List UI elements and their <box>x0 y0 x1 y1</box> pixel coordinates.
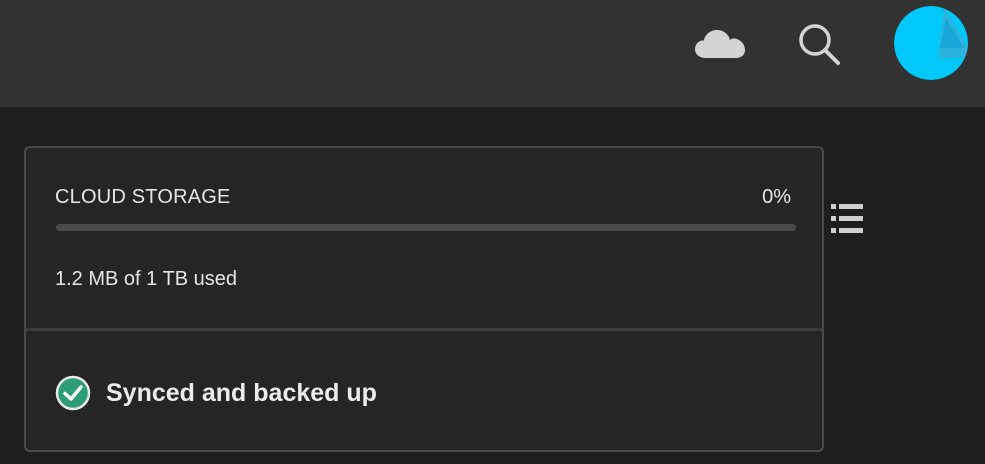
search-icon <box>799 24 840 65</box>
search-button[interactable] <box>792 18 846 70</box>
sync-status: Synced and backed up <box>55 375 377 411</box>
top-bar <box>0 0 985 107</box>
list-view-button[interactable] <box>829 202 865 236</box>
check-circle-icon <box>55 375 91 411</box>
avatar-image <box>894 6 968 80</box>
storage-title: CLOUD STORAGE <box>55 186 231 208</box>
list-view-icon <box>831 204 863 233</box>
cloud-storage-panel: CLOUD STORAGE 0% 1.2 MB of 1 TB used Syn… <box>24 146 824 452</box>
sync-status-label: Synced and backed up <box>106 378 377 407</box>
storage-section: CLOUD STORAGE 0% 1.2 MB of 1 TB used <box>26 148 822 331</box>
storage-percent: 0% <box>762 186 791 208</box>
cloud-button[interactable] <box>690 22 750 66</box>
cloud-icon <box>695 30 745 58</box>
storage-progress-bar <box>56 224 796 231</box>
avatar[interactable] <box>894 6 968 80</box>
storage-used-label: 1.2 MB of 1 TB used <box>55 268 237 290</box>
